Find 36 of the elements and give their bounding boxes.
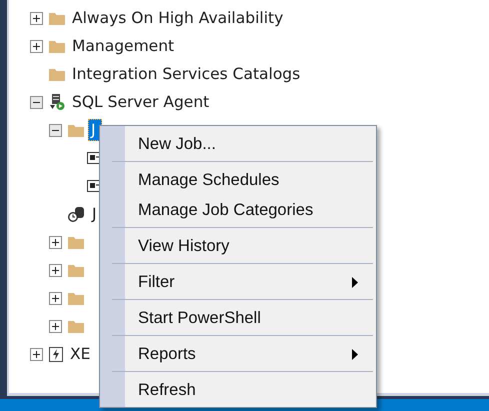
menu-item[interactable]: Manage Job Categories [100, 195, 376, 225]
job-icon [87, 152, 101, 164]
tree-item[interactable]: Always On High Availability [69, 7, 286, 29]
folder-icon [68, 236, 84, 248]
expand-icon[interactable] [30, 40, 43, 52]
expand-icon[interactable] [30, 348, 43, 360]
folder-icon [49, 68, 65, 80]
menu-item[interactable]: Manage Schedules [100, 165, 376, 195]
collapse-icon[interactable] [30, 96, 43, 108]
expand-icon[interactable] [49, 292, 62, 304]
server-agent-icon [49, 94, 65, 110]
menu-item[interactable]: Filter [100, 267, 376, 297]
menu-item[interactable]: View History [100, 231, 376, 261]
folder-icon [68, 124, 84, 136]
folder-icon [68, 320, 84, 332]
folder-icon [68, 264, 84, 276]
tree-item[interactable]: J [89, 203, 100, 225]
tree-item[interactable]: Integration Services Catalogs [69, 63, 304, 85]
folder-icon [68, 292, 84, 304]
expand-icon[interactable] [30, 12, 43, 24]
expand-icon[interactable] [49, 236, 62, 248]
event-log-icon [49, 346, 63, 362]
job-icon [87, 180, 101, 192]
menu-item[interactable]: Start PowerShell [100, 303, 376, 333]
job-monitor-icon [68, 206, 85, 222]
folder-icon [49, 12, 65, 24]
menu-item[interactable]: Refresh [100, 375, 376, 405]
expand-icon[interactable] [49, 320, 62, 332]
expand-icon[interactable] [49, 264, 62, 276]
tree-item[interactable]: SQL Server Agent [69, 91, 212, 113]
menu-item[interactable]: New Job... [100, 129, 376, 159]
menu-item[interactable]: Reports [100, 339, 376, 369]
tree-item[interactable]: XE [67, 343, 94, 365]
collapse-icon[interactable] [49, 124, 62, 136]
folder-icon [49, 40, 65, 52]
tree-item[interactable]: Management [69, 35, 178, 57]
